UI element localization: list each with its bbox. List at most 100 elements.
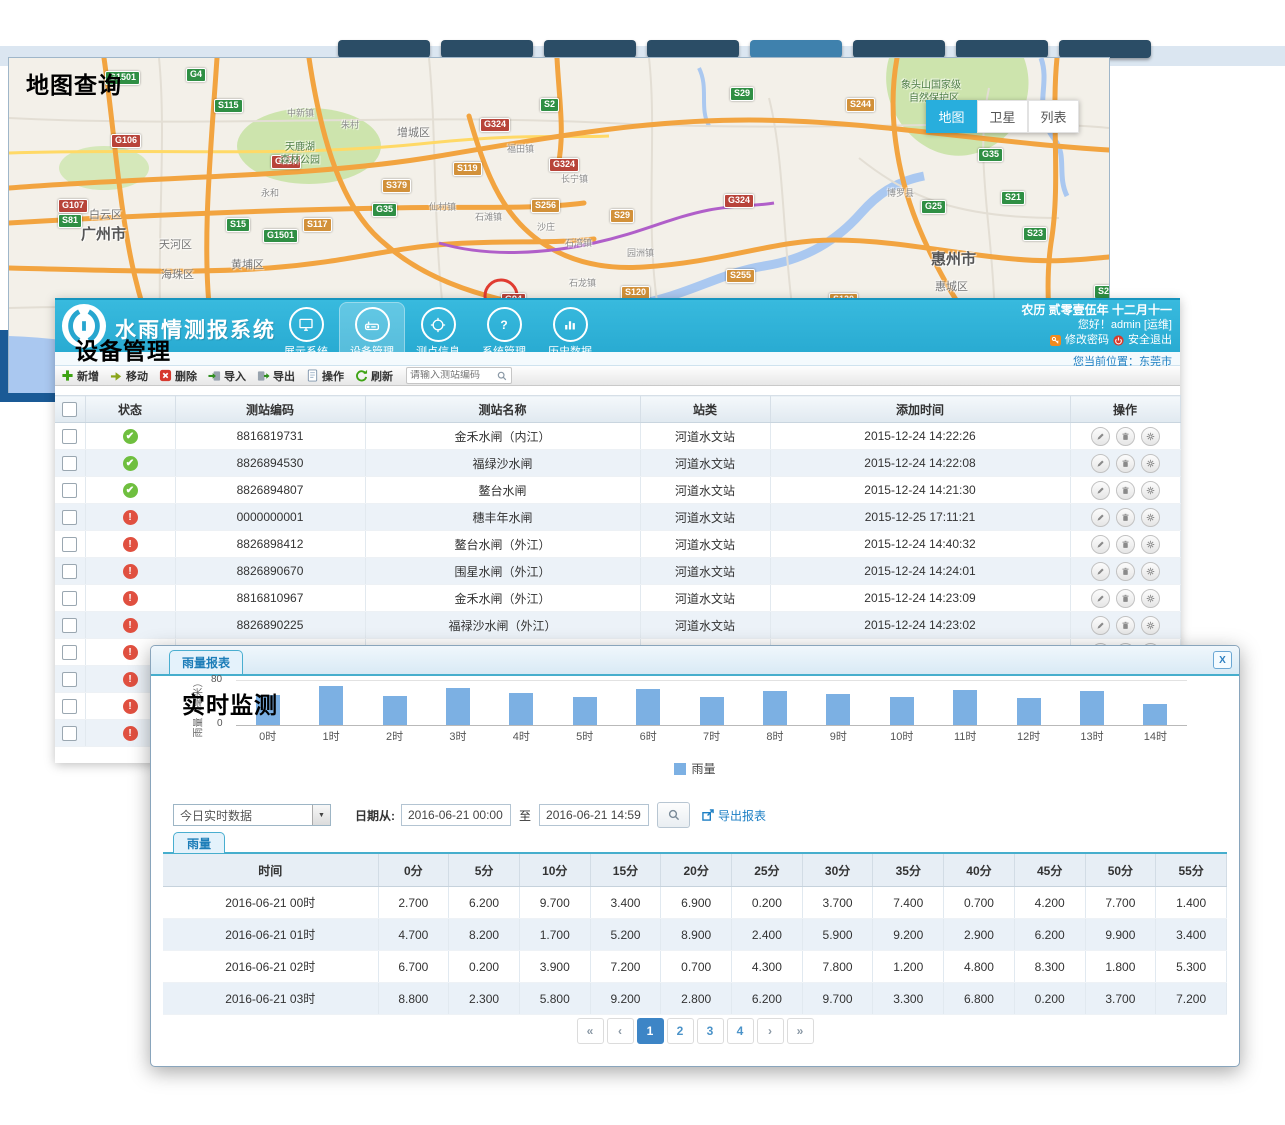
station-search-box [406, 367, 512, 384]
road-badge: S255 [726, 269, 755, 283]
rain-value-cell: 5.800 [519, 983, 590, 1015]
query-button[interactable] [657, 802, 690, 828]
trash-icon[interactable] [1116, 562, 1135, 581]
toolbar-button-导出[interactable]: 导出 [257, 368, 295, 384]
page-nav-button[interactable]: › [757, 1018, 784, 1044]
toolbar-button-刷新[interactable]: 刷新 [355, 368, 393, 384]
background-tab[interactable] [853, 40, 945, 58]
edit-icon[interactable] [1091, 454, 1110, 473]
toolbar-button-导入[interactable]: 导入 [208, 368, 246, 384]
road-badge: G35 [372, 203, 397, 217]
toolbar-button-新增[interactable]: 新增 [61, 368, 99, 384]
gear-icon[interactable] [1141, 589, 1160, 608]
tab-rainfall-report[interactable]: 雨量报表 [169, 650, 243, 674]
row-checkbox[interactable] [62, 483, 77, 498]
trash-icon[interactable] [1116, 508, 1135, 527]
gear-icon[interactable] [1141, 427, 1160, 446]
close-icon[interactable]: X [1213, 651, 1232, 669]
map-view-button-地图[interactable]: 地图 [926, 100, 977, 133]
page-button-1[interactable]: 1 [637, 1018, 664, 1044]
gear-icon[interactable] [1141, 562, 1160, 581]
date-from-input[interactable] [401, 804, 511, 826]
gear-icon[interactable] [1141, 481, 1160, 500]
map-view-button-列表[interactable]: 列表 [1028, 100, 1079, 133]
trash-icon[interactable] [1116, 616, 1135, 635]
background-tab[interactable] [956, 40, 1048, 58]
row-checkbox[interactable] [62, 537, 77, 552]
background-tab[interactable] [750, 40, 842, 58]
chart-x-tick-label: 13时 [1060, 728, 1123, 744]
map-place-label: 增城区 [397, 124, 430, 140]
station-search-input[interactable] [407, 370, 497, 381]
page-nav-button[interactable]: ‹ [607, 1018, 634, 1044]
date-to-input[interactable] [539, 804, 649, 826]
data-mode-select[interactable]: 今日实时数据 ▼ [173, 804, 331, 826]
row-checkbox[interactable] [62, 591, 77, 606]
edit-icon[interactable] [1091, 535, 1110, 554]
chart-bar-slot [426, 680, 489, 725]
trash-icon[interactable] [1116, 427, 1135, 446]
background-tab[interactable] [441, 40, 533, 58]
chart-bar-slot [363, 680, 426, 725]
rain-value-cell: 0.200 [449, 951, 520, 983]
date-to-label: 至 [519, 807, 531, 824]
row-checkbox[interactable] [62, 429, 77, 444]
page-nav-button[interactable]: » [787, 1018, 814, 1044]
background-tab[interactable] [544, 40, 636, 58]
edit-icon[interactable] [1091, 616, 1110, 635]
chevron-down-icon[interactable]: ▼ [312, 805, 330, 825]
edit-icon[interactable] [1091, 427, 1110, 446]
select-all-checkbox[interactable] [62, 402, 77, 417]
page-button-4[interactable]: 4 [727, 1018, 754, 1044]
gear-icon[interactable] [1141, 454, 1160, 473]
edit-icon[interactable] [1091, 508, 1110, 527]
search-icon[interactable] [497, 371, 507, 381]
toolbar-button-移动[interactable]: 移动 [110, 368, 148, 384]
toolbar-button-label: 导出 [273, 368, 295, 384]
change-password-link[interactable]: 修改密码 [1065, 333, 1109, 348]
row-checkbox[interactable] [62, 645, 77, 660]
background-tab[interactable] [338, 40, 430, 58]
rain-value-cell: 7.200 [590, 951, 661, 983]
logout-link[interactable]: 安全退出 [1128, 333, 1172, 348]
status-error-icon: ! [123, 672, 138, 687]
toolbar: 新增移动删除导入 导出操作刷新 [55, 366, 1180, 386]
row-checkbox[interactable] [62, 456, 77, 471]
rain-value-cell: 6.900 [661, 887, 732, 919]
realtime-window-label: 实时监测 [182, 686, 278, 720]
station-name-cell: 鳌台水闸（外江） [365, 531, 640, 558]
road-badge: S15 [226, 218, 250, 232]
edit-icon[interactable] [1091, 481, 1110, 500]
row-checkbox[interactable] [62, 564, 77, 579]
gear-icon[interactable] [1141, 616, 1160, 635]
page-button-2[interactable]: 2 [667, 1018, 694, 1044]
station-table-row: !8826890225福禄沙水闸（外江）河道水文站2015-12-24 14:2… [55, 612, 1180, 639]
trash-icon[interactable] [1116, 454, 1135, 473]
export-report-link[interactable]: 导出报表 [702, 807, 766, 824]
status-error-icon: ! [123, 591, 138, 606]
chart-bar-slot [553, 680, 616, 725]
rain-value-cell: 9.700 [519, 887, 590, 919]
edit-icon[interactable] [1091, 589, 1110, 608]
edit-icon[interactable] [1091, 562, 1110, 581]
background-tab[interactable] [1059, 40, 1151, 58]
row-checkbox[interactable] [62, 726, 77, 741]
status-error-icon: ! [123, 618, 138, 633]
background-tab[interactable] [647, 40, 739, 58]
gear-icon[interactable] [1141, 535, 1160, 554]
map-view-button-卫星[interactable]: 卫星 [977, 100, 1028, 133]
toolbar-button-操作[interactable]: 操作 [306, 368, 344, 384]
page-nav-button[interactable]: « [577, 1018, 604, 1044]
key-icon [1050, 335, 1061, 346]
trash-icon[interactable] [1116, 481, 1135, 500]
toolbar-button-删除[interactable]: 删除 [159, 368, 197, 384]
trash-icon[interactable] [1116, 589, 1135, 608]
page-button-3[interactable]: 3 [697, 1018, 724, 1044]
tab-rainfall[interactable]: 雨量 [173, 832, 225, 853]
trash-icon[interactable] [1116, 535, 1135, 554]
row-checkbox[interactable] [62, 510, 77, 525]
gear-icon[interactable] [1141, 508, 1160, 527]
row-checkbox[interactable] [62, 699, 77, 714]
row-checkbox[interactable] [62, 618, 77, 633]
row-checkbox[interactable] [62, 672, 77, 687]
